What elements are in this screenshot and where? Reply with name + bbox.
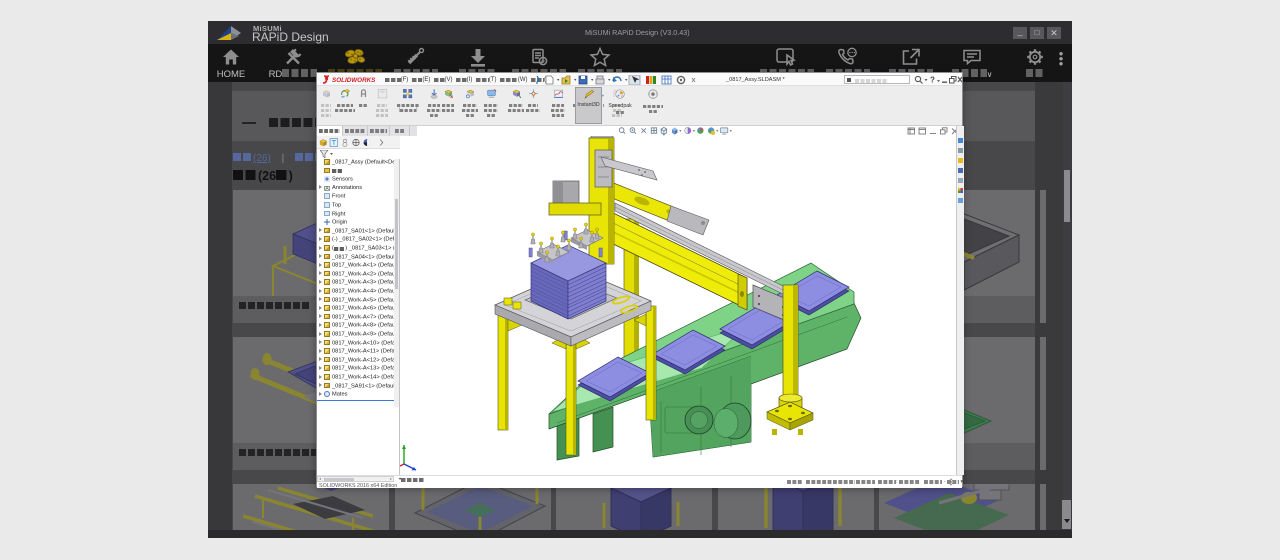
svg-text:?: ? [930, 76, 935, 85]
